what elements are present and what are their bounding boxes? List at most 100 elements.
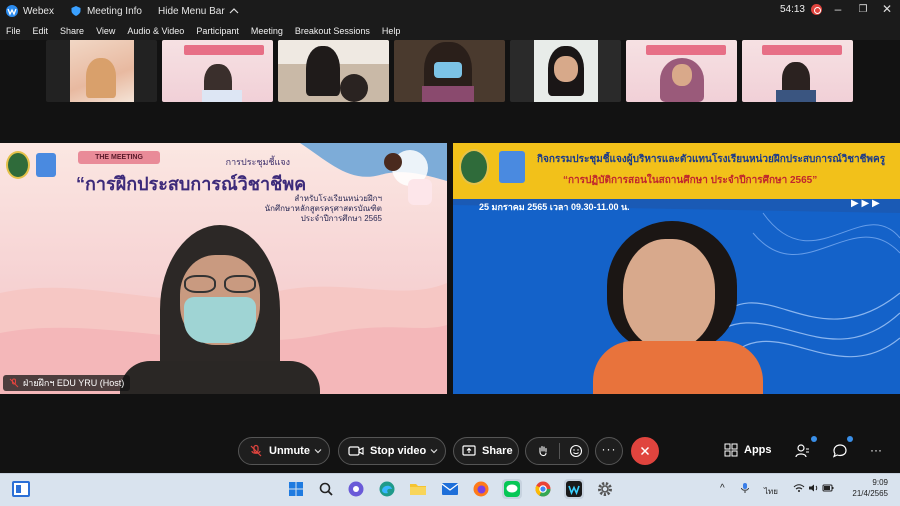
host-name-label: ฝ่ายฝึกฯ EDU YRU (Host)	[3, 375, 131, 391]
webex-logo-icon	[566, 481, 582, 497]
meeting-timer: 54:13	[780, 4, 822, 15]
university-logo-icon	[6, 151, 30, 179]
microphone-tray-icon[interactable]	[740, 482, 750, 496]
more-panels-button[interactable]: ···	[870, 443, 882, 457]
raise-hand-icon[interactable]	[536, 444, 550, 458]
firefox-icon	[473, 481, 489, 497]
start-button[interactable]	[286, 479, 306, 499]
menu-file[interactable]: File	[6, 26, 21, 36]
participants-icon	[795, 444, 809, 458]
apps-grid-icon	[724, 443, 738, 457]
slide-date-line: 25 มกราคม 2565 เวลา 09.30-11.00 น.	[479, 202, 630, 212]
minimize-button[interactable]: –	[828, 2, 848, 16]
meeting-info-button[interactable]: Meeting Info	[70, 5, 142, 17]
participant-thumbnail[interactable]	[162, 40, 273, 102]
stop-video-label: Stop video	[370, 445, 427, 457]
stop-video-button[interactable]: Stop video	[338, 437, 446, 465]
taskbar-search[interactable]	[316, 479, 336, 499]
unmute-label: Unmute	[269, 445, 310, 457]
taskbar-edge[interactable]	[377, 479, 397, 499]
show-hidden-icons[interactable]: ^	[720, 483, 725, 494]
close-button[interactable]: ✕	[877, 2, 897, 16]
hide-menu-label: Hide Menu Bar	[158, 5, 225, 17]
notification-dot	[847, 436, 853, 442]
wifi-icon	[793, 484, 805, 492]
slide-banner	[184, 45, 264, 55]
slide-banner	[762, 45, 842, 55]
participant-thumbnail[interactable]	[394, 40, 505, 102]
participant-thumbnail[interactable]	[278, 40, 389, 102]
participant-thumbnail[interactable]	[742, 40, 853, 102]
host-person	[120, 225, 320, 394]
chevron-down-icon[interactable]	[313, 446, 323, 456]
slide-banner	[646, 45, 726, 55]
title-bar: Webex Meeting Info Hide Menu Bar 54:13 –…	[0, 0, 900, 22]
taskbar-firefox[interactable]	[471, 479, 491, 499]
chevron-down-icon[interactable]	[429, 446, 439, 456]
apps-button[interactable]: Apps	[724, 443, 772, 457]
restore-button[interactable]: ❐	[853, 4, 873, 15]
chat-button[interactable]	[832, 436, 853, 459]
participant-figure	[306, 46, 340, 96]
menu-meeting[interactable]: Meeting	[251, 26, 283, 36]
participant-thumbnail[interactable]	[46, 40, 157, 102]
timer-value: 54:13	[779, 4, 805, 15]
participant-shirt	[422, 86, 474, 102]
share-button[interactable]: Share	[453, 437, 519, 465]
windows-logo-icon	[289, 482, 303, 496]
taskbar-line[interactable]	[502, 479, 522, 499]
clock-time: 9:09	[872, 478, 888, 487]
edge-browser-icon	[379, 481, 395, 497]
unmute-button[interactable]: Unmute	[238, 437, 330, 465]
speaker-person	[593, 221, 763, 394]
battery-tray-icon[interactable]	[822, 483, 834, 495]
menu-view[interactable]: View	[96, 26, 115, 36]
gear-icon	[598, 482, 612, 496]
clock-date: 21/4/2565	[852, 489, 888, 498]
mail-icon	[441, 483, 459, 495]
participant-thumbnail[interactable]	[510, 40, 621, 102]
volume-tray-icon[interactable]	[808, 483, 820, 495]
emoji-reaction-icon[interactable]	[569, 444, 583, 458]
more-icon: ···	[601, 442, 617, 456]
widgets-icon[interactable]	[12, 481, 30, 497]
slide-heading-small: การประชุมชี้แจง	[225, 157, 290, 167]
chat-bubble-icon	[832, 444, 847, 458]
taskbar-file-explorer[interactable]	[408, 479, 428, 499]
hide-menu-bar-button[interactable]: Hide Menu Bar	[158, 6, 239, 17]
line-app-icon	[504, 481, 520, 497]
divider	[559, 443, 560, 459]
menu-help[interactable]: Help	[382, 26, 401, 36]
menu-participant[interactable]: Participant	[196, 26, 239, 36]
participants-button[interactable]	[795, 436, 817, 459]
webex-app[interactable]: Webex	[6, 5, 54, 17]
taskbar-webex[interactable]	[564, 479, 584, 499]
video-tile-host[interactable]: THE MEETING การประชุมชี้แจง “การฝึกประสบ…	[0, 143, 447, 394]
participant-shirt	[776, 90, 816, 102]
taskbar-settings[interactable]	[595, 479, 615, 499]
taskbar-mail[interactable]	[440, 479, 460, 499]
folder-icon	[410, 484, 426, 495]
taskbar-chrome[interactable]	[533, 479, 553, 499]
participant-thumbnail[interactable]	[626, 40, 737, 102]
video-tile-speaker[interactable]: กิจกรรมประชุมชี้แจงผู้บริหารและตัวแทนโรง…	[453, 143, 900, 394]
menu-edit[interactable]: Edit	[33, 26, 49, 36]
taskbar-teams[interactable]	[346, 479, 366, 499]
muted-mic-icon	[250, 444, 262, 457]
recording-icon[interactable]	[811, 4, 822, 15]
battery-icon	[822, 484, 834, 492]
slide-title-line-2: “การปฏิบัติการสอนในสถานศึกษา ประจำปีการศ…	[563, 175, 818, 186]
reactions-group	[525, 437, 589, 465]
menu-audio-video[interactable]: Audio & Video	[127, 26, 184, 36]
more-options-button[interactable]: ···	[595, 437, 623, 465]
leave-meeting-button[interactable]	[631, 437, 659, 465]
host-name: ฝ่ายฝึกฯ EDU YRU (Host)	[23, 378, 125, 388]
search-icon	[319, 482, 333, 496]
wifi-tray-icon[interactable]	[793, 483, 805, 495]
menu-breakout-sessions[interactable]: Breakout Sessions	[295, 26, 370, 36]
microphone-icon	[741, 483, 749, 493]
chrome-icon	[535, 481, 551, 497]
taskbar-clock[interactable]: 9:09 21/4/2565	[848, 478, 888, 498]
menu-share[interactable]: Share	[60, 26, 84, 36]
language-indicator[interactable]: ไทย	[764, 485, 778, 498]
